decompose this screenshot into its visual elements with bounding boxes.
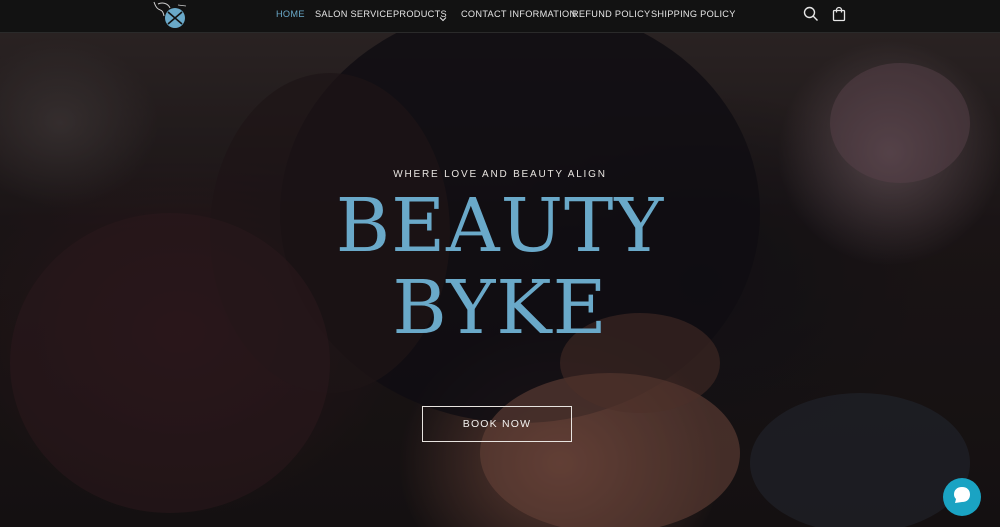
nav-shipping-policy[interactable]: SHIPPING POLICY <box>651 9 736 19</box>
hero-title-line-1: BEAUTY <box>335 183 665 269</box>
hero-subheading: WHERE LOVE AND BEAUTY ALIGN <box>393 169 607 180</box>
book-now-button[interactable]: BOOK NOW <box>422 406 572 442</box>
nav-home[interactable]: HOME <box>276 9 305 19</box>
nav-salon-service[interactable]: SALON SERVICE <box>315 9 393 19</box>
nav-refund-policy[interactable]: REFUND POLICY <box>572 9 650 19</box>
nav-contact-information[interactable]: CONTACT INFORMATION <box>461 9 576 19</box>
hero-title: BEAUTY BYKE <box>0 185 1000 349</box>
search-icon[interactable] <box>802 5 820 23</box>
cart-icon[interactable] <box>830 5 848 23</box>
hero-title-line-2: BYKE <box>392 265 608 351</box>
site-header: HOME SALON SERVICE PRODUCTS CONTACT INFO… <box>0 0 1000 33</box>
chat-button[interactable] <box>943 478 981 516</box>
hero-banner: WHERE LOVE AND BEAUTY ALIGN BEAUTY BYKE … <box>0 33 1000 527</box>
chevron-down-icon[interactable] <box>439 10 447 22</box>
chat-bubble-icon <box>951 484 973 511</box>
main-nav: HOME SALON SERVICE PRODUCTS CONTACT INFO… <box>0 0 1000 30</box>
